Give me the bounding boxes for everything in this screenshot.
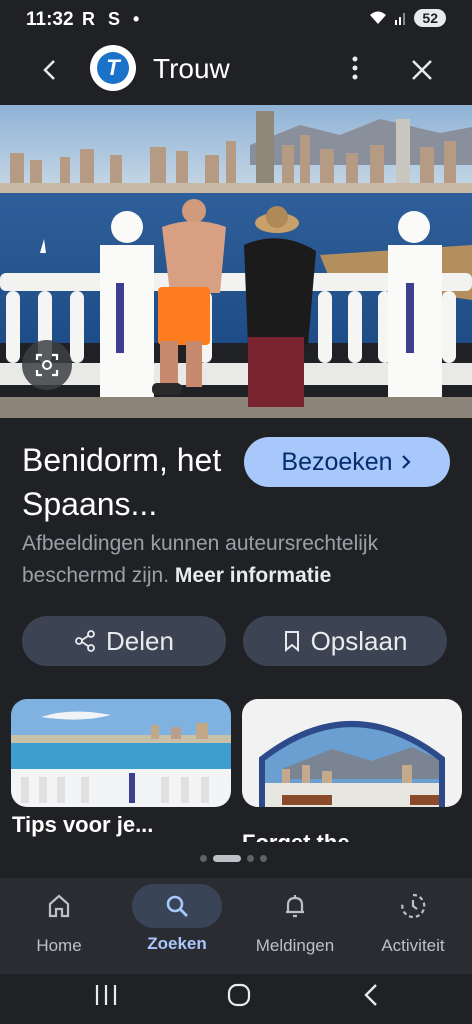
status-bar: 11:32 R S • 52 [0, 0, 472, 40]
carousel-dot-active [213, 855, 241, 862]
battery-indicator: 52 [414, 9, 446, 27]
logo-letter: T [97, 52, 129, 84]
more-vert-icon[interactable] [344, 54, 366, 82]
share-label: Delen [106, 625, 174, 656]
status-time: 11:32 [26, 9, 74, 30]
system-navigation-bar [0, 974, 472, 1024]
carousel-dot [260, 855, 267, 862]
nav-item-notifications[interactable]: Meldingen [236, 878, 354, 956]
nav-label-home: Home [36, 936, 82, 955]
back-icon[interactable] [360, 980, 382, 1010]
related-card-title[interactable]: Forget the [242, 830, 350, 842]
related-card-image[interactable] [11, 699, 231, 807]
related-card-title[interactable]: Tips voor je... [12, 812, 153, 838]
share-icon [75, 630, 95, 652]
site-logo: T [90, 45, 136, 91]
history-icon [401, 893, 426, 919]
image-search-icon [35, 353, 59, 377]
nav-label-notifications: Meldingen [255, 936, 335, 955]
lens-button[interactable] [22, 340, 72, 390]
app-bar: T Trouw [0, 40, 472, 104]
save-label: Opslaan [310, 625, 408, 656]
more-info-link[interactable]: Meer informatie [175, 564, 331, 587]
bookmark-icon [284, 631, 299, 652]
home-icon [48, 894, 70, 918]
back-arrow-icon[interactable] [36, 56, 64, 84]
bottom-navigation: Home Zoeken Meldingen Activiteit [0, 878, 472, 974]
close-icon[interactable] [408, 56, 436, 84]
search-icon [166, 895, 188, 917]
status-right: 52 [368, 9, 446, 27]
result-headline[interactable]: Benidorm, het Spaans... [22, 438, 242, 526]
carousel-dot [200, 855, 207, 862]
chevron-right-icon [401, 455, 411, 469]
nav-item-home[interactable]: Home [0, 878, 118, 956]
carousel-indicator [200, 855, 267, 862]
wifi-icon [370, 11, 387, 24]
signal-icon [395, 13, 406, 25]
nav-label-activity: Activiteit [381, 936, 445, 955]
share-button[interactable]: Delen [22, 616, 226, 666]
nav-item-activity[interactable]: Activiteit [354, 878, 472, 956]
status-notification-icons: R S • [82, 9, 144, 29]
related-card-image[interactable] [242, 699, 462, 807]
visit-button[interactable]: Bezoeken [244, 437, 450, 487]
bell-icon [286, 895, 304, 918]
nav-item-search[interactable]: Zoeken [118, 878, 236, 954]
save-button[interactable]: Opslaan [243, 616, 447, 666]
copyright-notice: Afbeeldingen kunnen auteursrechtelijk be… [22, 528, 452, 592]
visit-label: Bezoeken [281, 447, 393, 476]
site-title: Trouw [153, 53, 230, 84]
home-button-icon[interactable] [226, 980, 252, 1010]
carousel-dot [247, 855, 254, 862]
nav-label-search: Zoeken [147, 934, 207, 953]
recent-apps-icon[interactable] [94, 980, 118, 1010]
